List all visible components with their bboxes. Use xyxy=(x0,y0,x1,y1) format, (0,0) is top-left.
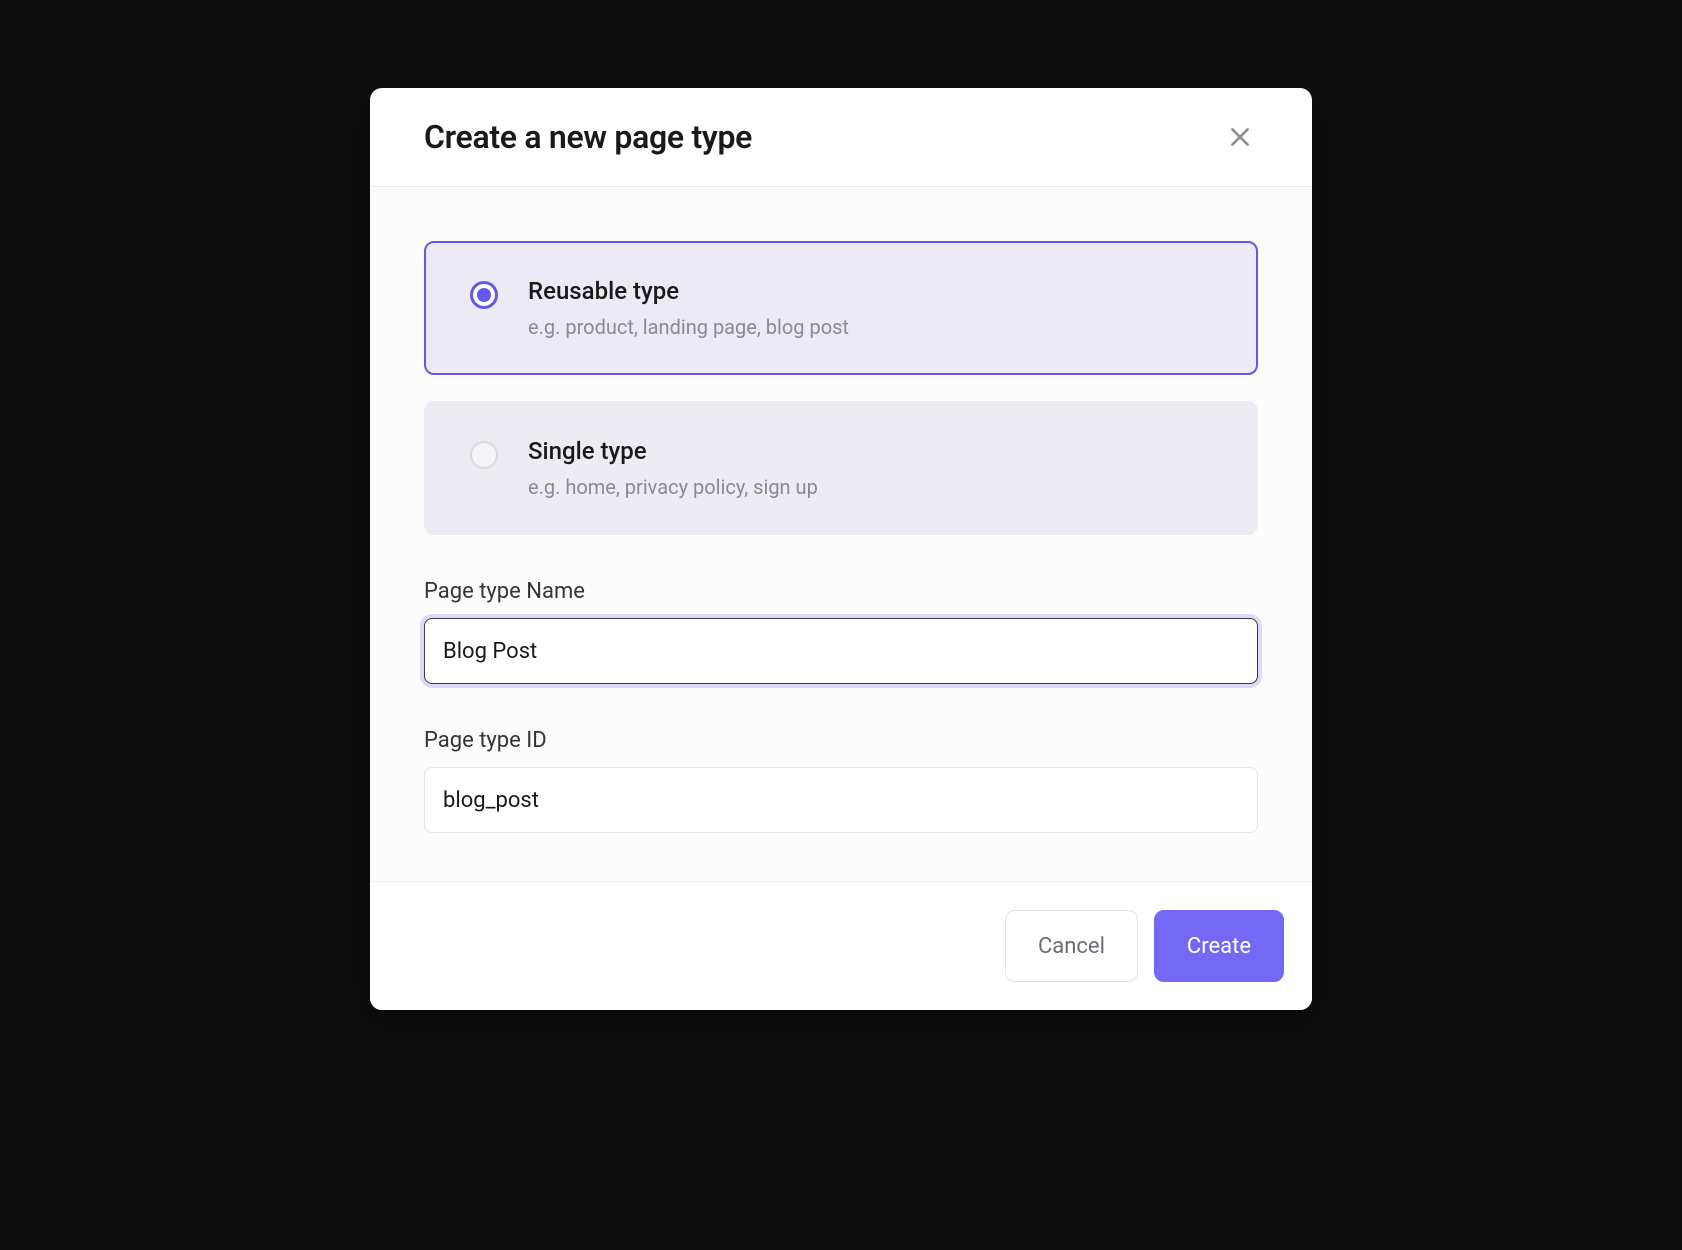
option-description: e.g. product, landing page, blog post xyxy=(528,315,1212,339)
option-reusable-type[interactable]: Reusable type e.g. product, landing page… xyxy=(424,241,1258,375)
create-button[interactable]: Create xyxy=(1154,910,1284,982)
page-type-id-field-group: Page type ID xyxy=(424,728,1258,833)
radio-unselected-icon xyxy=(470,441,498,469)
option-title: Single type xyxy=(528,437,1212,465)
create-page-type-modal: Create a new page type Reusable type e.g… xyxy=(370,88,1312,1010)
option-content: Single type e.g. home, privacy policy, s… xyxy=(528,437,1212,499)
modal-title: Create a new page type xyxy=(424,118,752,156)
page-type-name-input[interactable] xyxy=(424,618,1258,684)
cancel-button[interactable]: Cancel xyxy=(1005,910,1138,982)
option-description: e.g. home, privacy policy, sign up xyxy=(528,475,1212,499)
close-button[interactable] xyxy=(1222,119,1258,155)
option-content: Reusable type e.g. product, landing page… xyxy=(528,277,1212,339)
page-type-name-field-group: Page type Name xyxy=(424,579,1258,684)
modal-footer: Cancel Create xyxy=(370,881,1312,1010)
page-type-name-label: Page type Name xyxy=(424,579,1258,604)
modal-body: Reusable type e.g. product, landing page… xyxy=(370,187,1312,881)
radio-selected-icon xyxy=(470,281,498,309)
page-type-id-label: Page type ID xyxy=(424,728,1258,753)
option-title: Reusable type xyxy=(528,277,1212,305)
close-icon xyxy=(1227,124,1253,150)
modal-header: Create a new page type xyxy=(370,88,1312,187)
page-type-id-input[interactable] xyxy=(424,767,1258,833)
option-single-type[interactable]: Single type e.g. home, privacy policy, s… xyxy=(424,401,1258,535)
